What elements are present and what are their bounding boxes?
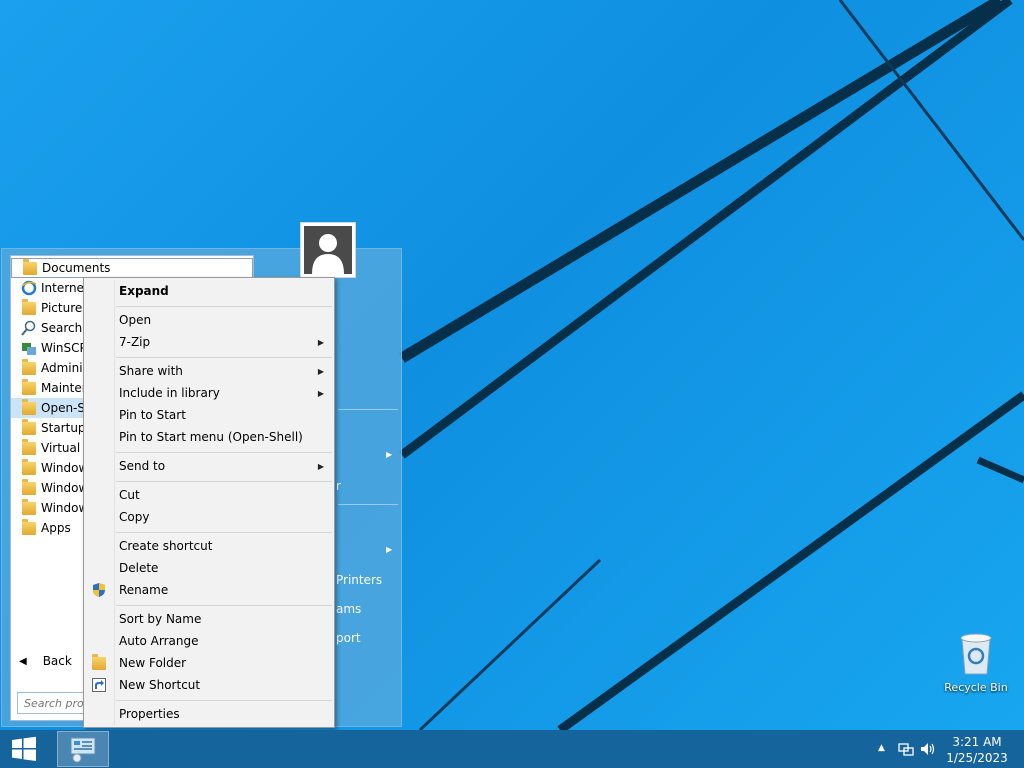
folder-icon	[21, 418, 37, 436]
volume-icon[interactable]	[920, 741, 936, 757]
menu-item-cut[interactable]: Cut	[86, 484, 332, 506]
menu-item-pin-to-start-menu[interactable]: Pin to Start menu (Open-Shell)	[86, 426, 332, 448]
start-button[interactable]	[4, 734, 44, 764]
menu-item-auto-arrange[interactable]: Auto Arrange	[86, 630, 332, 652]
winscp-icon	[21, 340, 37, 356]
user-icon	[312, 234, 344, 274]
user-avatar[interactable]	[300, 222, 356, 278]
back-button[interactable]: ◀ Back	[19, 654, 72, 668]
program-item-label: Window	[41, 501, 89, 515]
shortcut-icon	[91, 677, 107, 693]
program-item-label: Adminis	[41, 361, 89, 375]
control-panel-icon	[70, 737, 96, 763]
windows-logo-icon	[12, 736, 36, 761]
folder-icon	[21, 438, 37, 456]
menu-separator	[116, 481, 332, 482]
right-item-fragment[interactable]: r	[336, 479, 341, 493]
program-item-label: Window	[41, 481, 89, 495]
right-item-default-programs[interactable]: ams	[336, 602, 361, 616]
taskbar-pinned-control-panel[interactable]	[57, 731, 109, 767]
menu-item-properties[interactable]: Properties	[86, 703, 332, 725]
recycle-bin-icon	[960, 633, 992, 675]
program-item-label: Window	[41, 461, 89, 475]
menu-separator	[116, 532, 332, 533]
back-arrow-icon: ◀	[19, 655, 27, 667]
search-icon	[21, 320, 37, 336]
submenu-arrow-icon: ▶	[317, 366, 324, 376]
submenu-arrow-icon: ▶	[317, 337, 324, 347]
right-pane-separator	[338, 409, 398, 410]
menu-item-share-with[interactable]: Share with ▶	[86, 360, 332, 382]
menu-item-include-in-library[interactable]: Include in library ▶	[86, 382, 332, 404]
menu-item-sort-by-name[interactable]: Sort by Name	[86, 608, 332, 630]
menu-item-delete[interactable]: Delete	[86, 557, 332, 579]
submenu-arrow-icon: ▶	[317, 461, 324, 471]
program-item-label: Internet	[41, 281, 89, 295]
internet-explorer-icon	[21, 280, 37, 296]
menu-item-open[interactable]: Open	[86, 309, 332, 331]
submenu-arrow-icon: ▶	[386, 545, 393, 554]
folder-icon	[21, 498, 37, 516]
program-item-label: Apps	[41, 521, 71, 535]
menu-item-create-shortcut[interactable]: Create shortcut	[86, 535, 332, 557]
program-item-label: Startup	[41, 421, 86, 435]
folder-icon	[21, 478, 37, 496]
program-item-label: Search	[41, 321, 83, 335]
folder-icon	[21, 458, 37, 476]
menu-item-new-folder[interactable]: New Folder	[86, 652, 332, 674]
menu-separator	[116, 605, 332, 606]
back-label: Back	[42, 654, 72, 668]
show-hidden-icons-icon[interactable]: ▲	[878, 743, 885, 753]
uac-shield-icon	[91, 582, 107, 598]
program-item-documents[interactable]: Documents	[11, 258, 253, 278]
folder-icon	[21, 358, 37, 376]
menu-item-7zip[interactable]: 7-Zip ▶	[86, 331, 332, 353]
recycle-bin[interactable]: Recycle Bin	[940, 630, 1012, 694]
submenu-arrow-icon: ▶	[317, 388, 324, 398]
folder-icon	[21, 378, 37, 396]
folder-icon	[21, 398, 37, 416]
network-icon[interactable]	[898, 741, 914, 757]
pictures-folder-icon	[21, 298, 37, 316]
program-item-label: Pictures	[41, 301, 89, 315]
clock-time: 3:21 AM	[952, 735, 1002, 749]
submenu-arrow-icon: ▶	[386, 450, 393, 459]
menu-separator	[116, 452, 332, 453]
menu-item-expand[interactable]: Expand	[86, 280, 332, 302]
recycle-bin-label: Recycle Bin	[944, 681, 1008, 694]
right-item-devices-printers[interactable]: Printers	[336, 573, 382, 587]
clock[interactable]: 3:21 AM 1/25/2023	[942, 734, 1012, 766]
menu-item-rename[interactable]: Rename	[86, 579, 332, 601]
taskbar: ▲ 3:21 AM 1/25/2023	[0, 730, 1024, 768]
menu-separator	[116, 306, 332, 307]
menu-item-new-shortcut[interactable]: New Shortcut	[86, 674, 332, 696]
menu-separator	[116, 357, 332, 358]
program-item-label: Documents	[42, 261, 111, 275]
clock-date: 1/25/2023	[946, 751, 1008, 765]
context-menu: Expand Open 7-Zip ▶ Share with ▶ Include…	[83, 277, 335, 728]
menu-separator	[116, 700, 332, 701]
right-pane-separator	[338, 504, 398, 505]
menu-item-pin-to-start[interactable]: Pin to Start	[86, 404, 332, 426]
program-item-label: WinSCP	[41, 341, 87, 355]
documents-folder-icon	[22, 258, 38, 276]
menu-item-send-to[interactable]: Send to ▶	[86, 455, 332, 477]
menu-item-copy[interactable]: Copy	[86, 506, 332, 528]
folder-icon	[91, 653, 107, 671]
folder-icon	[21, 518, 37, 536]
right-item-help-support[interactable]: port	[336, 631, 361, 645]
